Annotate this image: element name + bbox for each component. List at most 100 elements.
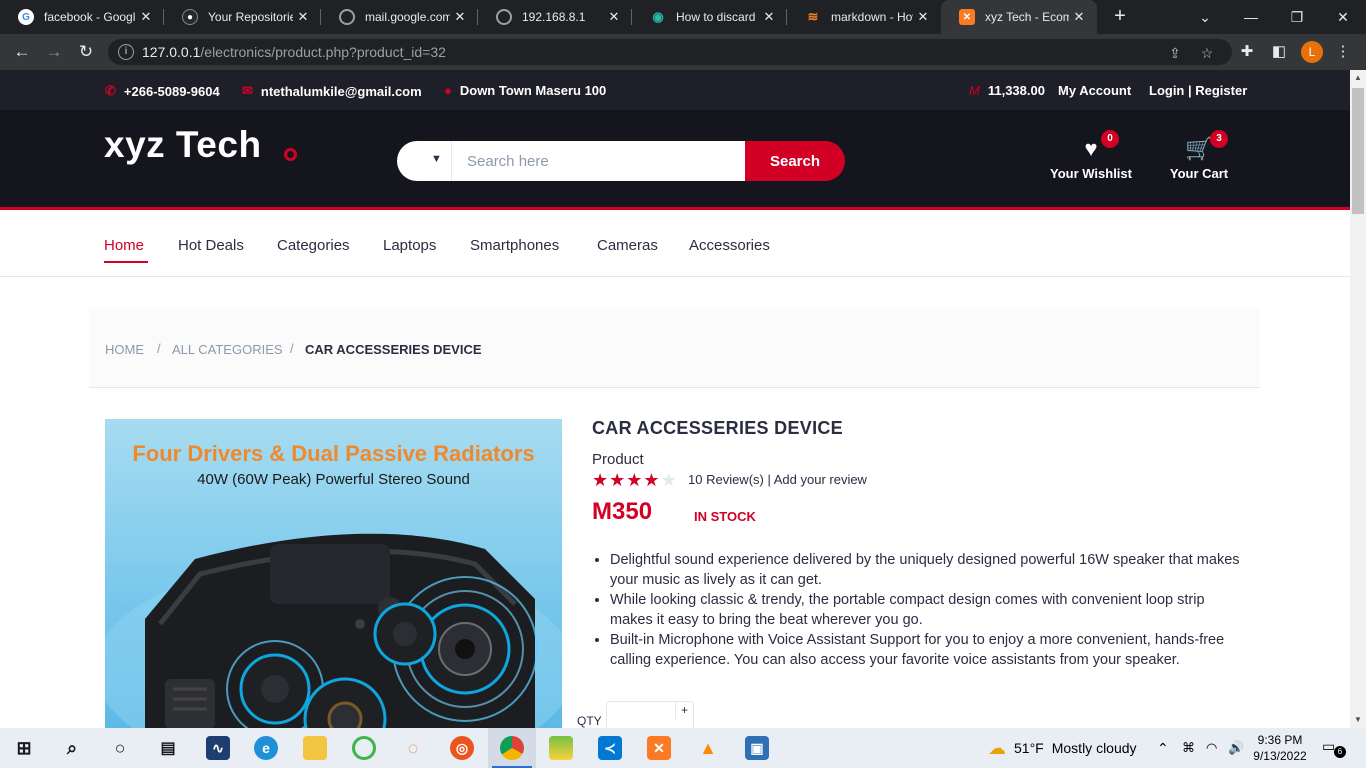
- email-link[interactable]: ✉ ntethalumkile@gmail.com: [242, 83, 422, 99]
- taskbar-app[interactable]: ≺: [586, 728, 634, 768]
- close-icon[interactable]: ✕: [759, 9, 779, 25]
- bookmark-star-icon[interactable]: ☆: [1198, 44, 1216, 62]
- nav-categories[interactable]: Categories: [277, 237, 350, 254]
- my-account-link[interactable]: My Account: [1058, 83, 1131, 98]
- star-icon: ★: [592, 470, 610, 490]
- close-icon[interactable]: ✕: [136, 9, 156, 25]
- taskbar-app[interactable]: [537, 728, 585, 768]
- taskbar-app[interactable]: ✕: [635, 728, 683, 768]
- wishlist-button[interactable]: ♥ Your Wishlist 0: [1048, 130, 1134, 181]
- back-icon[interactable]: ←: [10, 40, 34, 64]
- share-icon[interactable]: ⇪: [1166, 44, 1184, 62]
- browser-tab-active[interactable]: ✕ xyz Tech - Ecomm ✕: [941, 0, 1097, 34]
- close-icon[interactable]: ✕: [604, 9, 624, 25]
- product-image[interactable]: Four Drivers & Dual Passive Radiators 40…: [105, 419, 562, 728]
- browser-tab[interactable]: 192.168.8.1 ✕: [478, 0, 632, 34]
- taskbar-app[interactable]: ◌: [389, 728, 437, 768]
- chevron-down-icon: ▼: [431, 153, 442, 165]
- close-icon[interactable]: ✕: [293, 9, 313, 25]
- stackoverflow-icon: ≋: [807, 9, 819, 24]
- volume-icon[interactable]: 🔊: [1228, 728, 1244, 768]
- taskbar-app-chrome[interactable]: [488, 728, 536, 768]
- taskbar-app[interactable]: [291, 728, 339, 768]
- rating-stars: ★★★★★: [592, 470, 678, 491]
- taskbar-app[interactable]: [340, 728, 388, 768]
- feature-item: Delightful sound experience delivered by…: [610, 550, 1242, 590]
- category-select[interactable]: ▼: [397, 141, 452, 181]
- address-bar[interactable]: i 127.0.0.1/electronics/product.php?prod…: [108, 39, 1232, 65]
- extensions-icon[interactable]: ✚: [1237, 42, 1257, 62]
- weather-widget[interactable]: ☁ 51°F Mostly cloudy: [988, 728, 1137, 768]
- map-marker-icon: ●: [444, 83, 452, 98]
- system-clock[interactable]: 9:36 PM 9/13/2022: [1252, 732, 1308, 764]
- site-info-icon[interactable]: i: [118, 44, 134, 60]
- nav-smartphones[interactable]: Smartphones: [470, 237, 559, 254]
- tab-search-icon[interactable]: ⌄: [1182, 0, 1228, 34]
- browser-tab[interactable]: mail.google.com ✕: [321, 0, 478, 34]
- search-bar: ▼ Search: [397, 141, 845, 181]
- reviews-link[interactable]: 10 Review(s) | Add your review: [688, 472, 867, 487]
- breadcrumb-all-categories[interactable]: All Categories: [172, 342, 283, 357]
- cart-button[interactable]: 🛒 Your Cart 3: [1166, 130, 1232, 181]
- breadcrumb-home[interactable]: Home: [105, 342, 144, 357]
- new-tab-icon[interactable]: +: [1108, 4, 1132, 28]
- address-link[interactable]: ● Down Town Maseru 100: [444, 83, 606, 98]
- nav-accessories[interactable]: Accessories: [689, 237, 770, 254]
- star-icon: ★: [643, 470, 661, 490]
- profile-avatar[interactable]: L: [1301, 41, 1323, 63]
- task-view-icon: ▤: [160, 740, 176, 757]
- scroll-down-arrow[interactable]: ▼: [1350, 712, 1366, 728]
- site-logo[interactable]: xyz Tech: [104, 124, 262, 166]
- taskbar-app[interactable]: ▲: [684, 728, 732, 768]
- browser-tab[interactable]: ≋ markdown - How ✕: [787, 0, 941, 34]
- browser-tab[interactable]: ◉ How to discard y ✕: [632, 0, 787, 34]
- active-nav-underline: [104, 261, 148, 263]
- currency-symbol: M: [969, 83, 980, 98]
- phone-link[interactable]: ✆ +266-5089-9604: [105, 83, 220, 99]
- taskbar-app[interactable]: ∿: [194, 728, 242, 768]
- quantity-stepper[interactable]: +: [606, 701, 694, 728]
- browser-tab[interactable]: G facebook - Googl ✕: [0, 0, 164, 34]
- xampp-icon: ✕: [647, 736, 671, 760]
- nav-laptops[interactable]: Laptops: [383, 237, 436, 254]
- task-view-button[interactable]: ▤: [144, 728, 192, 768]
- show-hidden-icons[interactable]: ⌃: [1157, 728, 1169, 768]
- taskbar-app[interactable]: ▣: [733, 728, 781, 768]
- menu-dots-icon[interactable]: ⋮: [1333, 42, 1353, 62]
- nav-cameras[interactable]: Cameras: [597, 237, 658, 254]
- taskbar-app[interactable]: ◎: [438, 728, 486, 768]
- nav-hot-deals[interactable]: Hot Deals: [178, 237, 244, 254]
- scrollbar-thumb[interactable]: [1352, 88, 1364, 214]
- star-icon: ★: [609, 470, 627, 490]
- close-icon[interactable]: ✕: [450, 9, 470, 25]
- logo-dot: [284, 148, 297, 161]
- start-button[interactable]: ⊞: [0, 728, 48, 768]
- close-window-icon[interactable]: ✕: [1320, 0, 1366, 34]
- cortana-button[interactable]: ○: [96, 728, 144, 768]
- search-button[interactable]: Search: [745, 141, 845, 181]
- close-icon[interactable]: ✕: [1069, 9, 1089, 25]
- breadcrumb: Home / All Categories / Car Accesseries …: [89, 308, 1260, 388]
- search-taskbar-button[interactable]: ⌕: [48, 728, 96, 768]
- minimize-icon[interactable]: —: [1228, 0, 1274, 34]
- tab-title: Your Repositories: [208, 10, 293, 24]
- notification-center-icon[interactable]: ▭ 6: [1322, 738, 1346, 758]
- qty-increment-button[interactable]: +: [675, 702, 693, 719]
- scroll-up-arrow[interactable]: ▲: [1350, 70, 1366, 86]
- nav-home[interactable]: Home: [104, 237, 144, 254]
- browser-tab[interactable]: ● Your Repositories ✕: [164, 0, 321, 34]
- xampp-icon: ✕: [959, 9, 975, 25]
- login-register-link[interactable]: Login | Register: [1149, 83, 1247, 98]
- wifi-icon[interactable]: ◠: [1206, 728, 1217, 768]
- taskbar-app[interactable]: e: [242, 728, 290, 768]
- reload-icon[interactable]: ↻: [74, 40, 98, 64]
- forward-icon[interactable]: →: [42, 40, 66, 64]
- meet-now-icon[interactable]: ⌘: [1182, 728, 1195, 768]
- tab-title: xyz Tech - Ecomm: [985, 10, 1069, 24]
- restore-icon[interactable]: ❐: [1274, 0, 1320, 34]
- side-panel-icon[interactable]: ◧: [1269, 42, 1289, 62]
- search-input[interactable]: [452, 141, 745, 181]
- page-scrollbar[interactable]: ▲ ▼: [1350, 70, 1366, 728]
- close-icon[interactable]: ✕: [913, 9, 933, 25]
- app-icon: [352, 736, 376, 760]
